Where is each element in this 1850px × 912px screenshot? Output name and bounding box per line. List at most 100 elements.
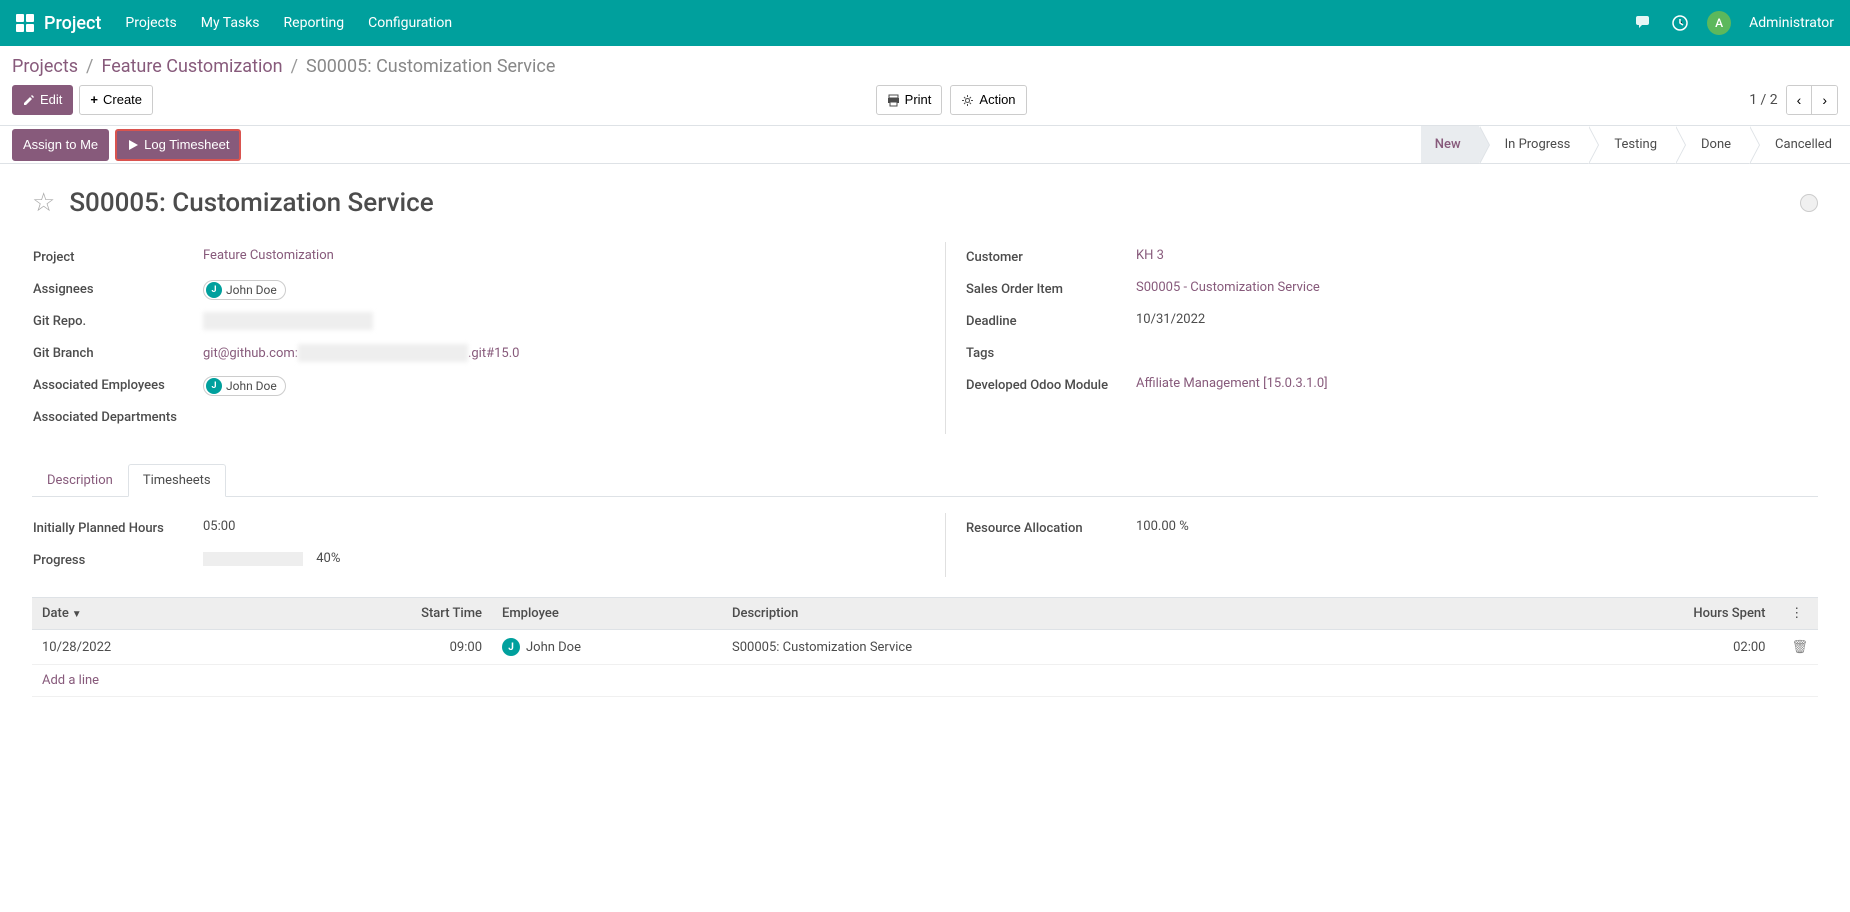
- breadcrumb-current: S00005: Customization Service: [306, 56, 555, 77]
- deadline-label: Deadline: [966, 312, 1136, 329]
- tab-description[interactable]: Description: [32, 464, 128, 497]
- log-timesheet-button[interactable]: Log Timesheet: [115, 129, 241, 161]
- menu-reporting[interactable]: Reporting: [284, 15, 345, 31]
- stage-in-progress[interactable]: In Progress: [1479, 126, 1589, 163]
- assoc-emp-name: John Doe: [226, 379, 277, 393]
- trash-icon[interactable]: 🗑: [1791, 640, 1808, 655]
- title-row: ☆ S00005: Customization Service: [32, 188, 1818, 218]
- assignee-name: John Doe: [226, 283, 277, 297]
- main-menu: Projects My Tasks Reporting Configuratio…: [125, 15, 1635, 31]
- planned-hours-value: 05:00: [203, 519, 905, 534]
- git-branch-label: Git Branch: [33, 344, 203, 361]
- play-icon: [127, 139, 139, 151]
- assignee-chip[interactable]: J John Doe: [203, 280, 286, 300]
- table-row[interactable]: 10/28/202209:00JJohn DoeS00005: Customiz…: [32, 630, 1818, 665]
- username[interactable]: Administrator: [1749, 15, 1834, 31]
- menu-projects[interactable]: Projects: [125, 15, 176, 31]
- edit-label: Edit: [40, 91, 62, 109]
- plus-icon: +: [90, 91, 98, 109]
- stage-new[interactable]: New: [1421, 126, 1479, 163]
- git-branch-link[interactable]: git@github.com:.git#15.0: [203, 346, 519, 361]
- pencil-icon: [23, 94, 35, 106]
- employee-name: John Doe: [526, 640, 581, 655]
- project-label: Project: [33, 248, 203, 265]
- assign-to-me-button[interactable]: Assign to Me: [12, 129, 109, 161]
- clock-icon[interactable]: [1671, 14, 1689, 32]
- th-date[interactable]: Date▼: [32, 598, 262, 630]
- assoc-emp-avatar: J: [206, 378, 222, 394]
- log-timesheet-label: Log Timesheet: [144, 136, 229, 154]
- breadcrumb-sep: /: [86, 56, 93, 77]
- print-button[interactable]: Print: [876, 85, 943, 115]
- th-employee[interactable]: Employee: [492, 598, 722, 630]
- breadcrumb-projects[interactable]: Projects: [12, 56, 78, 77]
- stage-done[interactable]: Done: [1675, 126, 1749, 163]
- assignee-avatar: J: [206, 282, 222, 298]
- employee-avatar: J: [502, 638, 520, 656]
- menu-configuration[interactable]: Configuration: [368, 15, 452, 31]
- print-icon: [887, 94, 900, 107]
- progress-value: 40%: [203, 551, 905, 566]
- print-label: Print: [905, 91, 932, 109]
- kanban-state-circle[interactable]: [1800, 194, 1818, 212]
- pager-next[interactable]: ›: [1812, 86, 1837, 114]
- breadcrumb-row: Projects / Feature Customization / S0000…: [0, 46, 1850, 77]
- project-link[interactable]: Feature Customization: [203, 248, 334, 263]
- breadcrumb-sep: /: [291, 56, 298, 77]
- edit-button[interactable]: Edit: [12, 85, 73, 115]
- chat-icon[interactable]: [1635, 14, 1653, 32]
- tabs: Description Timesheets: [32, 464, 1818, 497]
- assoc-emp-label: Associated Employees: [33, 376, 203, 393]
- tags-label: Tags: [966, 344, 1136, 361]
- tab-timesheets[interactable]: Timesheets: [128, 464, 226, 497]
- assoc-emp-chip[interactable]: J John Doe: [203, 376, 286, 396]
- stage-testing[interactable]: Testing: [1588, 126, 1675, 163]
- app-brand[interactable]: Project: [44, 13, 101, 34]
- deadline-value: 10/31/2022: [1136, 312, 1818, 327]
- assign-label: Assign to Me: [23, 136, 98, 154]
- cell-hours: 02:00: [1515, 630, 1775, 665]
- menu-my-tasks[interactable]: My Tasks: [201, 15, 260, 31]
- favorite-star-icon[interactable]: ☆: [32, 188, 55, 218]
- action-button[interactable]: Action: [950, 85, 1026, 115]
- cell-date: 10/28/2022: [32, 630, 262, 665]
- progress-bar: [203, 552, 303, 566]
- topbar: Project Projects My Tasks Reporting Conf…: [0, 0, 1850, 46]
- th-hours[interactable]: Hours Spent: [1515, 598, 1775, 630]
- soi-link[interactable]: S00005 - Customization Service: [1136, 280, 1320, 295]
- form-sheet: ☆ S00005: Customization Service Project …: [0, 164, 1850, 721]
- customer-label: Customer: [966, 248, 1136, 265]
- action-label: Action: [979, 91, 1015, 109]
- fields-grid: Project Feature Customization Assignees …: [32, 242, 1818, 434]
- th-start-time[interactable]: Start Time: [262, 598, 492, 630]
- apps-icon[interactable]: [16, 14, 34, 32]
- customer-link[interactable]: KH 3: [1136, 248, 1164, 263]
- cell-delete: 🗑: [1775, 630, 1818, 665]
- status-row: Assign to Me Log Timesheet New In Progre…: [0, 126, 1850, 164]
- task-title: S00005: Customization Service: [69, 188, 433, 218]
- tab-content-timesheets: Initially Planned Hours 05:00 Progress 4…: [32, 513, 1818, 697]
- th-menu[interactable]: ⋮: [1775, 598, 1818, 630]
- stage-bar: New In Progress Testing Done Cancelled: [1421, 126, 1850, 163]
- resource-alloc-value: 100.00 %: [1136, 519, 1818, 534]
- resource-alloc-label: Resource Allocation: [966, 519, 1136, 536]
- pager-prev[interactable]: ‹: [1787, 86, 1813, 114]
- breadcrumb-project[interactable]: Feature Customization: [101, 56, 282, 77]
- soi-label: Sales Order Item: [966, 280, 1136, 297]
- pager-text: 1 / 2: [1749, 92, 1777, 108]
- gear-icon: [961, 94, 974, 107]
- create-button[interactable]: + Create: [79, 85, 153, 115]
- breadcrumb: Projects / Feature Customization / S0000…: [12, 56, 1838, 77]
- user-avatar[interactable]: A: [1707, 11, 1731, 35]
- th-description[interactable]: Description: [722, 598, 1515, 630]
- module-link[interactable]: Affiliate Management [15.0.3.1.0]: [1136, 376, 1328, 391]
- timesheet-table: Date▼ Start Time Employee Description Ho…: [32, 597, 1818, 697]
- stage-cancelled[interactable]: Cancelled: [1749, 126, 1850, 163]
- kebab-icon: ⋮: [1790, 606, 1803, 621]
- git-repo-label: Git Repo.: [33, 312, 203, 329]
- add-line-link[interactable]: Add a line: [42, 673, 99, 688]
- cell-description: S00005: Customization Service: [722, 630, 1515, 665]
- cell-employee: J John Doe: [492, 630, 722, 665]
- progress-pct: 40%: [316, 551, 340, 566]
- pager: 1 / 2 ‹ ›: [1749, 85, 1838, 115]
